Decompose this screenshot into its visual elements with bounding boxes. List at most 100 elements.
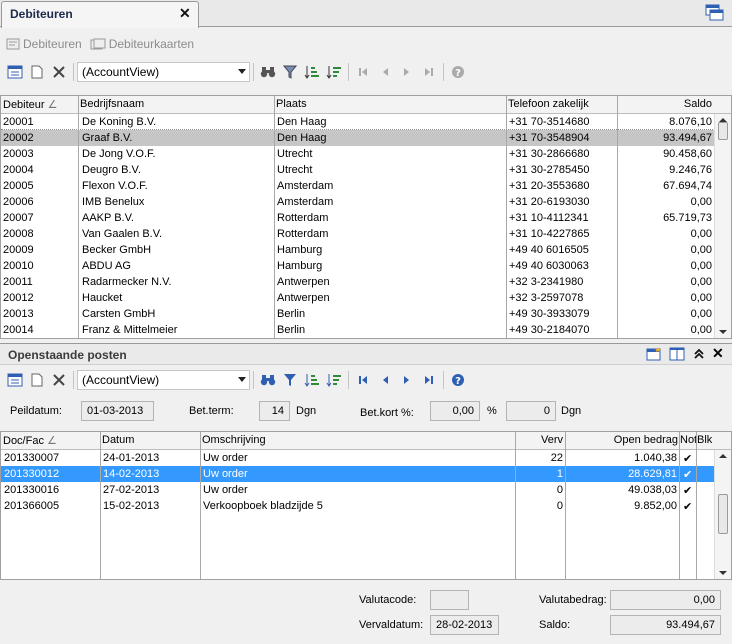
table-cell: 20008 xyxy=(3,228,34,240)
svg-text:?: ? xyxy=(455,376,461,387)
sort-descending-icon[interactable] xyxy=(323,61,345,83)
chevron-down-icon[interactable] xyxy=(238,377,246,382)
last-record-icon[interactable] xyxy=(418,61,440,83)
collapse-up-icon[interactable] xyxy=(692,347,706,364)
table-row[interactable]: 20008 Van Gaalen B.V. Rotterdam +31 10-4227… xyxy=(1,226,731,242)
next-record-icon[interactable] xyxy=(396,61,418,83)
betterm-unit: Dgn xyxy=(296,405,317,417)
last-record-icon[interactable] xyxy=(418,369,440,391)
table-row[interactable]: 20014 Franz & Mittelmeier Berlin +49 30-218… xyxy=(1,322,731,338)
table-cell: Utrecht xyxy=(277,164,313,176)
chevron-down-icon[interactable] xyxy=(238,69,246,74)
table-row[interactable]: 20013 Carsten GmbH Berlin +49 30-3933079 0,0… xyxy=(1,306,731,322)
column-header-open-bedrag[interactable]: Open bedrag xyxy=(567,434,678,446)
close-icon[interactable]: ✕ xyxy=(179,5,191,21)
table-row[interactable]: 201330007 24-01-2013 Uw order 22 1.040,38 ✔ xyxy=(1,450,731,466)
filter-icon[interactable] xyxy=(279,61,301,83)
properties-icon[interactable] xyxy=(4,61,26,83)
table-row[interactable]: 20010 ABDU AG Hamburg +49 40 6030063 0,00 xyxy=(1,258,731,274)
column-header-saldo[interactable]: Saldo xyxy=(621,98,712,110)
debiteuren-scrollbar[interactable] xyxy=(714,114,731,338)
table-row[interactable]: 20007 AAKP B.V. Rotterdam +31 10-4112341 65.… xyxy=(1,210,731,226)
scrollbar-thumb[interactable] xyxy=(718,122,728,140)
column-header-bedrijfsnaam[interactable]: Bedrijfsnaam xyxy=(80,98,144,110)
previous-record-icon[interactable] xyxy=(374,369,396,391)
close-icon[interactable]: ✕ xyxy=(712,345,724,362)
table-cell: 93.494,67 xyxy=(663,132,712,144)
vervaldatum-field[interactable]: 28-02-2013 xyxy=(430,615,499,635)
column-header-omschrijving[interactable]: Omschrijving xyxy=(202,434,266,446)
column-header-telefoon[interactable]: Telefoon zakelijk xyxy=(508,98,589,110)
new-document-icon[interactable] xyxy=(26,61,48,83)
table-row[interactable]: 20001 De Koning B.V. Den Haag +31 70-351468… xyxy=(1,114,731,130)
column-header-debiteur[interactable]: Debiteur ∠ xyxy=(3,98,58,111)
table-row[interactable]: 20009 Becker GmbH Hamburg +49 40 6016505 0,0… xyxy=(1,242,731,258)
peildatum-field[interactable]: 01-03-2013 xyxy=(81,401,154,421)
column-header-blk[interactable]: Blk xyxy=(697,434,712,446)
toolbar-separator xyxy=(73,63,74,81)
previous-record-icon[interactable] xyxy=(374,61,396,83)
column-header-verv[interactable]: Verv xyxy=(516,434,563,446)
delete-icon[interactable] xyxy=(48,61,70,83)
column-header-plaats[interactable]: Plaats xyxy=(276,98,307,110)
table-row[interactable]: 20011 Radarmecker N.V. Antwerpen +32 3-2341… xyxy=(1,274,731,290)
scroll-up-icon[interactable] xyxy=(719,454,727,458)
delete-icon[interactable] xyxy=(48,369,70,391)
scroll-down-icon[interactable] xyxy=(719,571,727,575)
help-icon[interactable]: ? xyxy=(447,61,469,83)
table-row[interactable]: 20002 Graaf B.V. Den Haag +31 70-3548904 93.… xyxy=(1,130,731,146)
betkort-days-field[interactable]: 0 xyxy=(506,401,556,421)
sort-ascending-icon[interactable] xyxy=(301,369,323,391)
binoculars-icon[interactable] xyxy=(257,369,279,391)
table-cell: 15-02-2013 xyxy=(103,500,160,512)
openstaande-scrollbar[interactable] xyxy=(714,450,731,579)
properties-icon[interactable] xyxy=(4,369,26,391)
valutabedrag-field[interactable]: 0,00 xyxy=(610,590,721,610)
scroll-down-icon[interactable] xyxy=(719,330,727,334)
new-window-icon[interactable] xyxy=(646,347,662,364)
table-row[interactable]: 201330016 27-02-2013 Uw order 0 49.038,03 ✔ xyxy=(1,482,731,498)
table-cell: Verkoopboek bladzijde 5 xyxy=(203,500,323,512)
table-cell: +49 30-2184070 xyxy=(509,324,590,336)
scrollbar-thumb[interactable] xyxy=(718,494,728,534)
betkort-field[interactable]: 0,00 xyxy=(430,401,480,421)
table-cell: 20006 xyxy=(3,196,34,208)
saldo-field[interactable]: 93.494,67 xyxy=(610,615,721,635)
view-selector[interactable]: (AccountView) xyxy=(77,62,250,82)
new-document-icon[interactable] xyxy=(26,369,48,391)
table-row[interactable]: 20003 De Jong V.O.F. Utrecht +31 30-2866680… xyxy=(1,146,731,162)
betterm-field[interactable]: 14 xyxy=(259,401,290,421)
tab-debiteuren[interactable]: Debiteuren ✕ xyxy=(1,1,199,28)
filter-icon[interactable] xyxy=(279,369,301,391)
table-cell: 0,00 xyxy=(690,292,712,304)
table-cell: 9.852,00 xyxy=(634,500,677,512)
valutacode-field[interactable] xyxy=(430,590,469,610)
column-header-docfac[interactable]: Doc/Fac ∠ xyxy=(3,434,57,447)
first-record-icon[interactable] xyxy=(352,369,374,391)
sort-ascending-icon[interactable] xyxy=(301,61,323,83)
binoculars-icon[interactable] xyxy=(257,61,279,83)
table-row[interactable]: 201330012 14-02-2013 Uw order 1 28.629,81 ✔ xyxy=(1,466,731,482)
checkmark-icon: ✔ xyxy=(683,501,693,513)
sort-descending-icon[interactable] xyxy=(323,369,345,391)
column-header-not[interactable]: Not xyxy=(680,434,697,446)
debiteuren-link[interactable]: Debiteuren xyxy=(6,37,82,51)
table-cell: Radarmecker N.V. xyxy=(82,276,172,288)
split-view-icon[interactable] xyxy=(669,347,685,364)
saldo-label: Saldo: xyxy=(539,619,571,631)
table-row[interactable]: 20005 Flexon V.O.F. Amsterdam +31 20-355368… xyxy=(1,178,731,194)
help-icon[interactable]: ? xyxy=(447,369,469,391)
table-row[interactable]: 201366005 15-02-2013 Verkoopboek bladzijde… xyxy=(1,498,731,514)
debiteurkaarten-link[interactable]: Debiteurkaarten xyxy=(90,37,194,51)
card-icon xyxy=(6,38,20,50)
table-row[interactable]: 20012 Haucket Antwerpen +32 3-2597078 0,00 xyxy=(1,290,731,306)
table-row[interactable]: 20006 IMB Benelux Amsterdam +31 20-6193030 0… xyxy=(1,194,731,210)
view-selector[interactable]: (AccountView) xyxy=(77,370,250,390)
table-cell: Amsterdam xyxy=(277,180,334,192)
table-cell: Rotterdam xyxy=(277,212,329,224)
next-record-icon[interactable] xyxy=(396,369,418,391)
table-row[interactable]: 20004 Deugro B.V. Utrecht +31 30-2785450 9.2… xyxy=(1,162,731,178)
column-header-datum[interactable]: Datum xyxy=(102,434,134,446)
window-list-icon[interactable] xyxy=(705,4,725,22)
first-record-icon[interactable] xyxy=(352,61,374,83)
